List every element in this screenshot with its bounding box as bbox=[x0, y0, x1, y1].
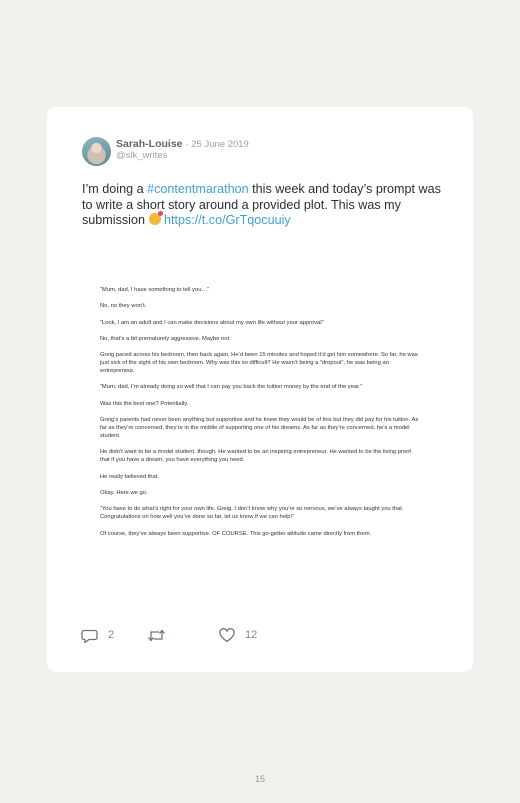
story-paragraph: “You have to do what’s right for your ow… bbox=[100, 506, 404, 521]
story-paragraph: “Mum, dad, I’m already doing so well tha… bbox=[100, 384, 363, 391]
author-handle[interactable]: @slk_writes bbox=[116, 150, 167, 161]
post-date[interactable]: · 25 June 2019 bbox=[185, 139, 248, 150]
story-paragraph: Greig’s parents had never been anything … bbox=[100, 417, 419, 440]
story-paragraph: “Mum, dad, I have something to tell you…… bbox=[100, 287, 210, 293]
story-paragraph: He really believed that. bbox=[100, 473, 159, 480]
tweet-text: I’m doing a #contentmarathon this week a… bbox=[82, 182, 444, 229]
heart-face-emoji-icon bbox=[148, 211, 163, 225]
avatar[interactable] bbox=[82, 137, 111, 166]
tweet-card: Sarah-Louise · 25 June 2019 @slk_writes … bbox=[47, 107, 473, 672]
story-image[interactable]: “Mum, dad, I have something to tell you…… bbox=[100, 286, 420, 546]
action-bar: 2 12 bbox=[81, 625, 331, 645]
reply-icon bbox=[81, 629, 98, 643]
url-link[interactable]: https://t.co/GrTqocuuiy bbox=[164, 213, 291, 227]
page-number: 15 bbox=[254, 774, 265, 784]
story-paragraph: No, no they won’t. bbox=[100, 303, 147, 310]
hashtag-link[interactable]: #contentmarathon bbox=[147, 182, 249, 196]
story-paragraph: Greig paced across his bedroom, then bac… bbox=[100, 352, 418, 375]
story-paragraph: Of course, they’ve always been supportiv… bbox=[100, 530, 372, 537]
retweet-icon bbox=[148, 628, 165, 642]
reply-button[interactable]: 2 bbox=[81, 625, 114, 645]
story-paragraph: No, that’s a bit prematurely aggressive.… bbox=[100, 335, 231, 342]
story-paragraph: Was this the best one? Potentially. bbox=[100, 400, 189, 407]
tweet-text-part: I’m doing a bbox=[82, 182, 148, 196]
author-name[interactable]: Sarah-Louise bbox=[116, 138, 183, 150]
story-paragraph: Okay. Here we go. bbox=[100, 489, 148, 496]
story-paragraph: “Look, I am an adult and I can make deci… bbox=[100, 319, 324, 326]
like-button[interactable]: 12 bbox=[219, 625, 257, 645]
story-paragraph: He didn’t want to be a model student, th… bbox=[100, 449, 411, 464]
heart-icon bbox=[219, 627, 235, 642]
retweet-button[interactable] bbox=[147, 625, 166, 645]
like-count: 12 bbox=[245, 629, 258, 641]
reply-count: 2 bbox=[108, 629, 115, 641]
